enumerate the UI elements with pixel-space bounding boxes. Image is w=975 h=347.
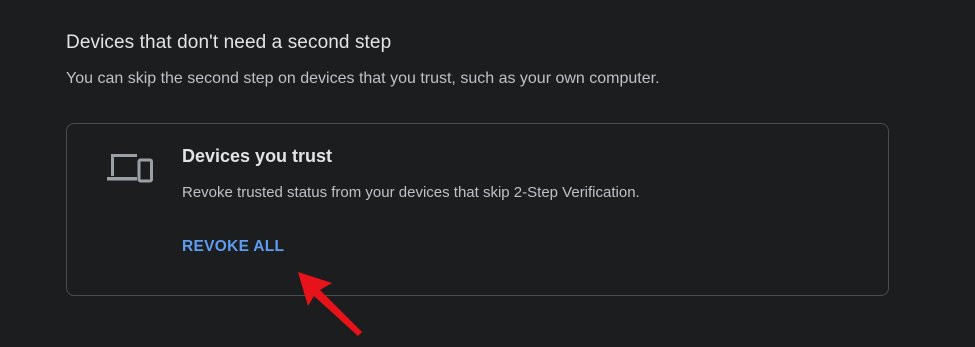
red-arrow-icon: [298, 272, 362, 336]
devices-you-trust-card: Devices you trust Revoke trusted status …: [66, 123, 889, 296]
trusted-devices-section: Devices that don't need a second step Yo…: [0, 0, 975, 347]
devices-icon: [107, 154, 153, 183]
section-description: You can skip the second step on devices …: [66, 70, 660, 87]
revoke-all-button[interactable]: REVOKE ALL: [182, 238, 284, 256]
card-title: Devices you trust: [182, 146, 333, 166]
card-description: Revoke trusted status from your devices …: [182, 184, 640, 201]
section-title: Devices that don't need a second step: [66, 32, 392, 53]
